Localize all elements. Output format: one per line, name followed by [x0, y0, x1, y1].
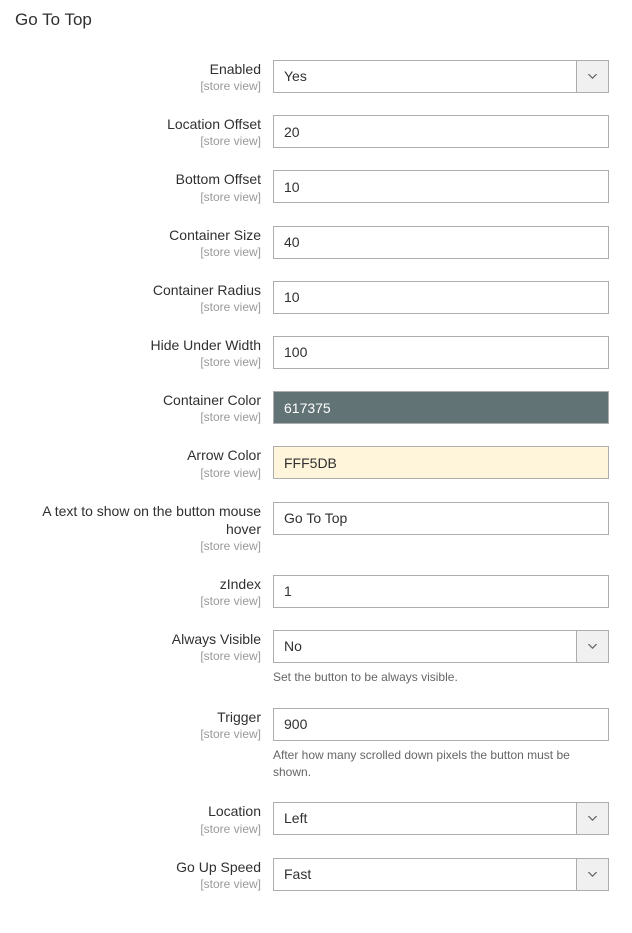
- input-col: [273, 281, 609, 314]
- bottom-offset-label: Bottom Offset: [15, 170, 261, 188]
- scope-label: [store view]: [15, 245, 261, 259]
- section-title: Go To Top: [15, 10, 617, 30]
- field-bottom-offset: Bottom Offset [store view]: [15, 170, 617, 203]
- input-col: [273, 336, 609, 369]
- go-up-speed-select[interactable]: Fast: [273, 858, 609, 891]
- input-col: [273, 115, 609, 148]
- label-col: Arrow Color [store view]: [15, 446, 273, 479]
- chevron-down-icon: [576, 630, 609, 663]
- field-hide-under-width: Hide Under Width [store view]: [15, 336, 617, 369]
- go-to-top-section: Go To Top Enabled [store view] Yes Locat…: [0, 0, 632, 933]
- zindex-input[interactable]: [273, 575, 609, 608]
- go-up-speed-label: Go Up Speed: [15, 858, 261, 876]
- trigger-input[interactable]: [273, 708, 609, 741]
- arrow-color-input[interactable]: [273, 446, 609, 479]
- input-col: [273, 226, 609, 259]
- chevron-down-icon: [576, 60, 609, 93]
- zindex-label: zIndex: [15, 575, 261, 593]
- chevron-down-icon: [576, 858, 609, 891]
- field-container-radius: Container Radius [store view]: [15, 281, 617, 314]
- field-hover-text: A text to show on the button mouse hover…: [15, 502, 617, 553]
- scope-label: [store view]: [15, 300, 261, 314]
- location-offset-label: Location Offset: [15, 115, 261, 133]
- arrow-color-label: Arrow Color: [15, 446, 261, 464]
- label-col: Hide Under Width [store view]: [15, 336, 273, 369]
- label-col: zIndex [store view]: [15, 575, 273, 608]
- scope-label: [store view]: [15, 727, 261, 741]
- scope-label: [store view]: [15, 594, 261, 608]
- scope-label: [store view]: [15, 410, 261, 424]
- label-col: Location Offset [store view]: [15, 115, 273, 148]
- label-col: Go Up Speed [store view]: [15, 858, 273, 891]
- container-size-label: Container Size: [15, 226, 261, 244]
- label-col: Always Visible [store view]: [15, 630, 273, 663]
- location-select[interactable]: Left: [273, 802, 609, 835]
- field-container-color: Container Color [store view]: [15, 391, 617, 424]
- input-col: Yes: [273, 60, 609, 93]
- scope-label: [store view]: [15, 877, 261, 891]
- always-visible-select[interactable]: No: [273, 630, 609, 663]
- scope-label: [store view]: [15, 649, 261, 663]
- field-location: Location [store view] Left: [15, 802, 617, 835]
- input-col: Left: [273, 802, 609, 835]
- bottom-offset-input[interactable]: [273, 170, 609, 203]
- hover-text-label: A text to show on the button mouse hover: [15, 502, 261, 538]
- hover-text-input[interactable]: [273, 502, 609, 535]
- container-color-label: Container Color: [15, 391, 261, 409]
- location-label: Location: [15, 802, 261, 820]
- enabled-label: Enabled: [15, 60, 261, 78]
- input-col: [273, 502, 609, 535]
- trigger-help: After how many scrolled down pixels the …: [273, 747, 609, 781]
- location-select-value: Left: [273, 802, 576, 835]
- container-size-input[interactable]: [273, 226, 609, 259]
- hide-under-width-input[interactable]: [273, 336, 609, 369]
- field-go-up-speed: Go Up Speed [store view] Fast: [15, 858, 617, 891]
- field-arrow-color: Arrow Color [store view]: [15, 446, 617, 479]
- field-location-offset: Location Offset [store view]: [15, 115, 617, 148]
- scope-label: [store view]: [15, 466, 261, 480]
- label-col: Container Color [store view]: [15, 391, 273, 424]
- scope-label: [store view]: [15, 79, 261, 93]
- input-col: Fast: [273, 858, 609, 891]
- enabled-select[interactable]: Yes: [273, 60, 609, 93]
- chevron-down-icon: [576, 802, 609, 835]
- label-col: Enabled [store view]: [15, 60, 273, 93]
- always-visible-label: Always Visible: [15, 630, 261, 648]
- field-always-visible: Always Visible [store view] No Set the b…: [15, 630, 617, 686]
- label-col: A text to show on the button mouse hover…: [15, 502, 273, 553]
- always-visible-select-value: No: [273, 630, 576, 663]
- container-radius-label: Container Radius: [15, 281, 261, 299]
- label-col: Location [store view]: [15, 802, 273, 835]
- input-col: No Set the button to be always visible.: [273, 630, 609, 686]
- input-col: [273, 575, 609, 608]
- scope-label: [store view]: [15, 190, 261, 204]
- field-enabled: Enabled [store view] Yes: [15, 60, 617, 93]
- label-col: Bottom Offset [store view]: [15, 170, 273, 203]
- always-visible-help: Set the button to be always visible.: [273, 669, 609, 686]
- trigger-label: Trigger: [15, 708, 261, 726]
- input-col: [273, 170, 609, 203]
- input-col: [273, 446, 609, 479]
- field-container-size: Container Size [store view]: [15, 226, 617, 259]
- label-col: Container Radius [store view]: [15, 281, 273, 314]
- go-up-speed-select-value: Fast: [273, 858, 576, 891]
- location-offset-input[interactable]: [273, 115, 609, 148]
- input-col: After how many scrolled down pixels the …: [273, 708, 609, 781]
- enabled-select-value: Yes: [273, 60, 576, 93]
- scope-label: [store view]: [15, 134, 261, 148]
- scope-label: [store view]: [15, 355, 261, 369]
- scope-label: [store view]: [15, 822, 261, 836]
- field-zindex: zIndex [store view]: [15, 575, 617, 608]
- input-col: [273, 391, 609, 424]
- label-col: Trigger [store view]: [15, 708, 273, 741]
- field-trigger: Trigger [store view] After how many scro…: [15, 708, 617, 781]
- scope-label: [store view]: [15, 539, 261, 553]
- hide-under-width-label: Hide Under Width: [15, 336, 261, 354]
- container-color-input[interactable]: [273, 391, 609, 424]
- label-col: Container Size [store view]: [15, 226, 273, 259]
- container-radius-input[interactable]: [273, 281, 609, 314]
